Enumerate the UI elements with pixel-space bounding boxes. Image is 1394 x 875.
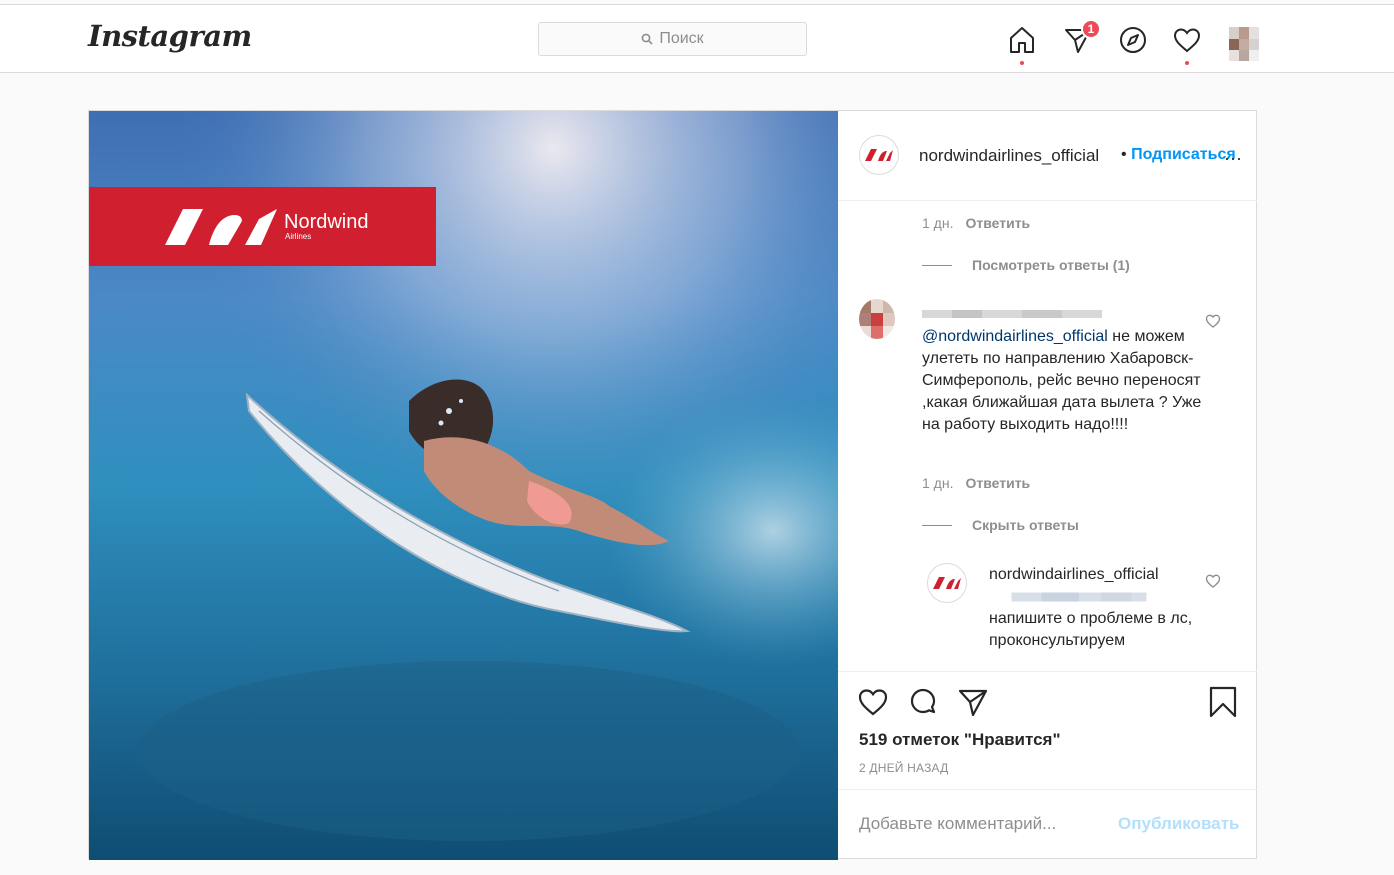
commenter-avatar[interactable] [859, 299, 895, 339]
view-replies-button[interactable]: Посмотреть ответы (1) [972, 257, 1130, 273]
thread-line [922, 525, 952, 526]
save-bookmark-icon[interactable] [1207, 686, 1239, 718]
account-name-link[interactable]: nordwindairlines_official [919, 146, 1099, 166]
nordwind-banner: Nordwind Airlines [89, 187, 436, 266]
account-avatar[interactable] [859, 135, 899, 175]
follow-label: Подписаться [1131, 146, 1236, 163]
search-input[interactable]: Поиск [538, 22, 807, 56]
post-sidebar: nordwindairlines_official • Подписаться … [838, 111, 1257, 858]
nordwind-avatar-logo-icon [933, 577, 961, 589]
post-timestamp[interactable]: 2 ДНЕЙ НАЗАД [859, 761, 948, 775]
comment-like-icon[interactable] [1205, 313, 1221, 329]
like-heart-icon[interactable] [857, 686, 889, 718]
reply-button[interactable]: Ответить [965, 215, 1030, 231]
comment-input[interactable]: Добавьте комментарий... [859, 814, 1056, 834]
instagram-logo[interactable]: Instagram [88, 19, 252, 53]
publish-button[interactable]: Опубликовать [1118, 814, 1239, 834]
comment-time: 1 дн. [922, 215, 954, 231]
hide-replies-button[interactable]: Скрыть ответы [972, 517, 1079, 533]
home-activity-dot [1020, 61, 1024, 65]
follow-button[interactable]: • Подписаться [1121, 146, 1236, 164]
post-photo[interactable]: Nordwind Airlines [89, 111, 838, 860]
share-direct-icon[interactable] [957, 686, 989, 718]
commenter-name-blurred [922, 310, 1102, 318]
reply-button[interactable]: Ответить [965, 475, 1030, 491]
search-placeholder: Поиск [659, 30, 704, 47]
comment-time: 1 дн. [922, 475, 954, 491]
post-header: nordwindairlines_official • Подписаться … [838, 111, 1257, 201]
comment-meta-2: 1 дн. Ответить [922, 475, 1030, 491]
post-actions: 519 отметок "Нравится" 2 ДНЕЙ НАЗАД [838, 671, 1257, 789]
home-icon[interactable] [1007, 25, 1037, 55]
more-options-icon[interactable]: ··· [1224, 148, 1242, 169]
reply-mention-blurred [1011, 592, 1147, 602]
comment-bubble-icon[interactable] [907, 686, 939, 718]
top-navbar: Instagram Поиск 1 [0, 5, 1394, 73]
nordwind-logo-icon [165, 209, 277, 245]
reply-text: напишите о проблеме в лс, проконсультиру… [989, 610, 1193, 649]
add-comment-bar: Добавьте комментарий... Опубликовать [838, 789, 1257, 858]
explore-icon[interactable] [1118, 25, 1148, 55]
nordwind-avatar-logo-icon [865, 149, 893, 161]
reply-like-icon[interactable] [1205, 573, 1221, 589]
nordwind-brand-label: Nordwind [284, 211, 369, 233]
activity-heart-icon[interactable] [1172, 25, 1202, 55]
search-icon [641, 33, 653, 45]
comment-meta-1: 1 дн. Ответить [922, 215, 1030, 231]
nordwind-brand-sublabel: Airlines [285, 232, 312, 241]
reply-author-avatar[interactable] [927, 563, 967, 603]
follow-separator: • [1121, 146, 1127, 163]
likes-count[interactable]: 519 отметок "Нравится" [859, 730, 1061, 750]
comment-text: @nordwindairlines_official не можем улет… [922, 326, 1202, 436]
reply-author-name[interactable]: nordwindairlines_official [989, 564, 1204, 586]
profile-avatar[interactable] [1229, 27, 1259, 61]
mention-link[interactable]: @nordwindairlines_official [922, 328, 1108, 345]
post-card: Nordwind Airlines nordwindairlines_offic… [88, 110, 1257, 860]
direct-badge: 1 [1081, 19, 1101, 39]
thread-line [922, 265, 952, 266]
activity-dot [1185, 61, 1189, 65]
